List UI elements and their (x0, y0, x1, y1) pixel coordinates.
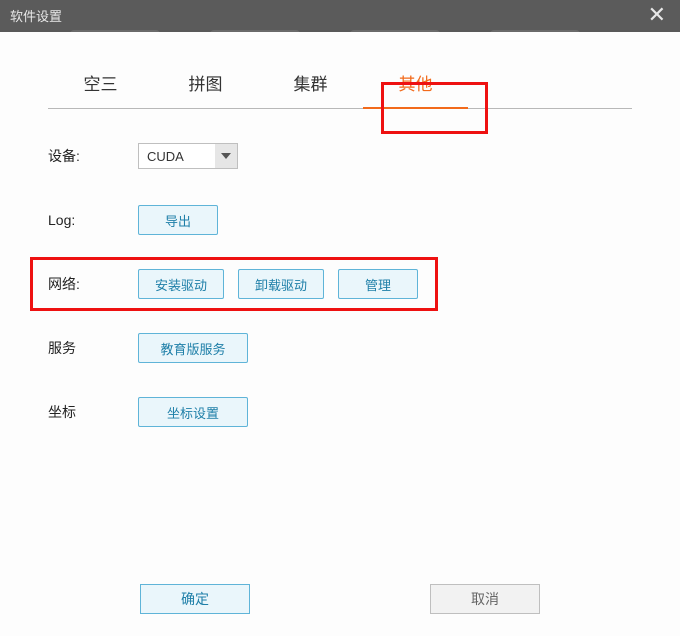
install-driver-button[interactable]: 安装驱动 (138, 269, 224, 299)
coord-settings-button[interactable]: 坐标设置 (138, 397, 248, 427)
row-log: Log: 导出 (48, 201, 632, 239)
service-label: 服务 (48, 338, 138, 358)
manage-network-button[interactable]: 管理 (338, 269, 418, 299)
row-device: 设备: CUDA (48, 137, 632, 175)
row-service: 服务 教育版服务 (48, 329, 632, 367)
tab-qita[interactable]: 其他 (363, 60, 468, 109)
device-select[interactable]: CUDA (138, 143, 238, 169)
device-label: 设备: (48, 146, 138, 166)
row-network: 网络: 安装驱动 卸载驱动 管理 (48, 265, 632, 303)
log-label: Log: (48, 212, 138, 228)
close-icon[interactable]: ✕ (644, 4, 670, 26)
uninstall-driver-button[interactable]: 卸载驱动 (238, 269, 324, 299)
export-log-button[interactable]: 导出 (138, 205, 218, 235)
network-label: 网络: (48, 274, 138, 294)
coord-label: 坐标 (48, 402, 138, 422)
tab-bar: 空三 拼图 集群 其他 (48, 60, 632, 109)
cancel-button[interactable]: 取消 (430, 584, 540, 614)
dialog-footer: 确定 取消 (0, 584, 680, 614)
title-bar: 软件设置 ✕ (0, 0, 680, 30)
tab-jiqun[interactable]: 集群 (258, 60, 363, 108)
chevron-down-icon (215, 144, 237, 168)
row-coord: 坐标 坐标设置 (48, 393, 632, 431)
tab-kongsan[interactable]: 空三 (48, 60, 153, 108)
device-value: CUDA (147, 149, 184, 164)
tab-pintu[interactable]: 拼图 (153, 60, 258, 108)
edu-service-button[interactable]: 教育版服务 (138, 333, 248, 363)
window-title: 软件设置 (10, 6, 62, 25)
ok-button[interactable]: 确定 (140, 584, 250, 614)
dialog-body: 空三 拼图 集群 其他 设备: CUDA Log: 导出 网络: 安装驱动 (0, 32, 680, 636)
